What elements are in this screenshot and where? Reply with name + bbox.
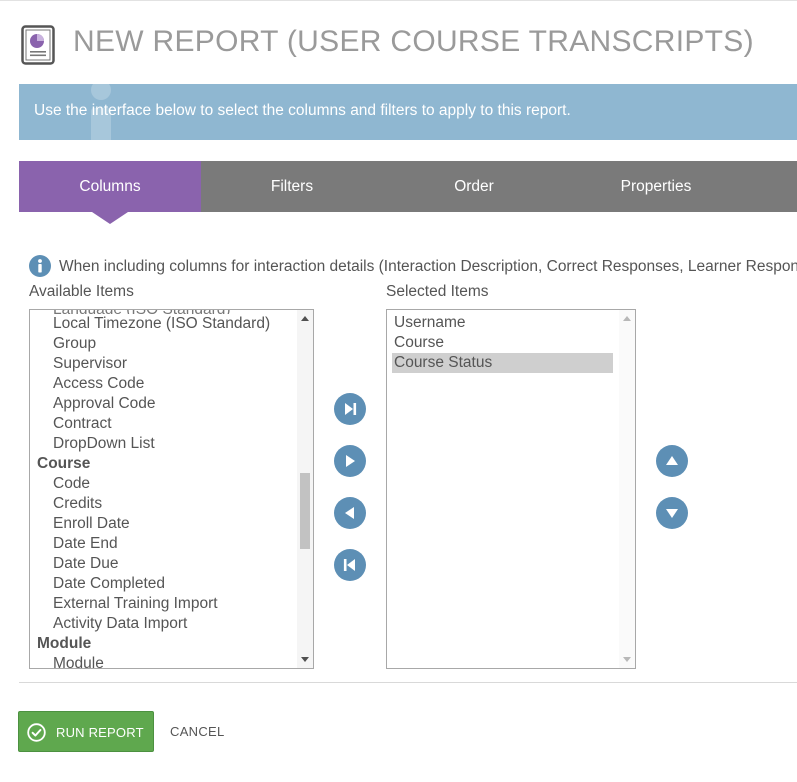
add-all-button[interactable] [334, 393, 366, 425]
list-item[interactable]: Activity Data Import [30, 614, 297, 634]
cancel-button[interactable]: CANCEL [170, 724, 225, 739]
triangle-up-icon [666, 456, 678, 465]
selected-scrollbar[interactable] [619, 310, 635, 668]
list-item[interactable]: Supervisor [30, 354, 297, 374]
tab-columns-label: Columns [79, 177, 141, 195]
list-item[interactable]: Credits [30, 494, 297, 514]
triangle-down-icon [666, 509, 678, 518]
selected-items-options: Username Course Course Status [387, 310, 619, 668]
scroll-up-arrow-icon[interactable] [623, 316, 631, 321]
active-tab-pointer [92, 212, 128, 224]
scroll-up-arrow-icon[interactable] [301, 316, 309, 321]
page-header: NEW REPORT (USER COURSE TRANSCRIPTS) [20, 22, 790, 68]
skip-forward-icon [345, 403, 357, 415]
selected-list-item[interactable]: Username [392, 313, 613, 333]
footer-divider [19, 682, 797, 683]
available-scrollbar[interactable] [297, 310, 313, 668]
list-item[interactable]: Approval Code [30, 394, 297, 414]
selected-list-item[interactable]: Course [392, 333, 613, 353]
available-items-label: Available Items [29, 283, 134, 300]
interaction-notice: When including columns for interaction d… [29, 255, 797, 281]
selected-list-item[interactable]: Course Status [392, 353, 613, 373]
available-items-options: Language (ISO Standard)Local Timezone (I… [30, 310, 297, 668]
list-item[interactable]: DropDown List [30, 434, 297, 454]
list-group-header: Module [37, 635, 92, 652]
move-up-button[interactable] [656, 445, 688, 477]
list-item[interactable]: Date End [30, 534, 297, 554]
remove-button[interactable] [334, 497, 366, 529]
list-item[interactable]: Date Completed [30, 574, 297, 594]
check-circle-icon [27, 723, 46, 742]
tab-filters-label: Filters [270, 177, 314, 195]
scroll-down-arrow-icon[interactable] [623, 657, 631, 662]
tab-order-label: Order [454, 177, 494, 195]
available-items-list[interactable]: Language (ISO Standard)Local Timezone (I… [29, 309, 314, 669]
add-button[interactable] [334, 445, 366, 477]
list-item[interactable]: External Training Import [30, 594, 297, 614]
skip-back-icon [343, 559, 355, 571]
list-group-header: Course [37, 455, 91, 472]
list-item[interactable]: Enroll Date [30, 514, 297, 534]
tab-order[interactable]: Order [383, 161, 565, 212]
tab-properties[interactable]: Properties [565, 161, 747, 212]
list-item[interactable]: Contract [30, 414, 297, 434]
list-item[interactable]: Local Timezone (ISO Standard) [30, 314, 297, 334]
list-item[interactable]: Code [30, 474, 297, 494]
list-item[interactable]: Date Due [30, 554, 297, 574]
notice-text: When including columns for interaction d… [59, 258, 797, 275]
banner-text: Use the interface below to select the co… [34, 102, 571, 119]
remove-all-button[interactable] [334, 549, 366, 581]
list-item[interactable]: Group [30, 334, 297, 354]
report-pie-chart-icon [21, 25, 55, 65]
selected-items-list[interactable]: Username Course Course Status [386, 309, 636, 669]
scroll-thumb[interactable] [300, 473, 310, 549]
info-banner: Use the interface below to select the co… [19, 84, 797, 140]
play-right-icon [346, 455, 355, 467]
scroll-down-arrow-icon[interactable] [301, 657, 309, 662]
tab-bar: Columns Filters Order Properties [19, 161, 797, 224]
tab-properties-label: Properties [620, 177, 692, 195]
list-item[interactable]: Access Code [30, 374, 297, 394]
tab-filters[interactable]: Filters [201, 161, 383, 212]
page-title: NEW REPORT (USER COURSE TRANSCRIPTS) [73, 25, 754, 58]
list-item[interactable]: Module [30, 654, 297, 668]
run-report-button[interactable]: RUN REPORT [18, 711, 154, 752]
selected-items-label: Selected Items [386, 283, 489, 300]
top-divider [0, 0, 797, 1]
tab-columns[interactable]: Columns [19, 161, 201, 224]
run-report-label: RUN REPORT [56, 725, 144, 740]
play-left-icon [345, 507, 354, 519]
info-icon [29, 255, 51, 277]
move-down-button[interactable] [656, 497, 688, 529]
